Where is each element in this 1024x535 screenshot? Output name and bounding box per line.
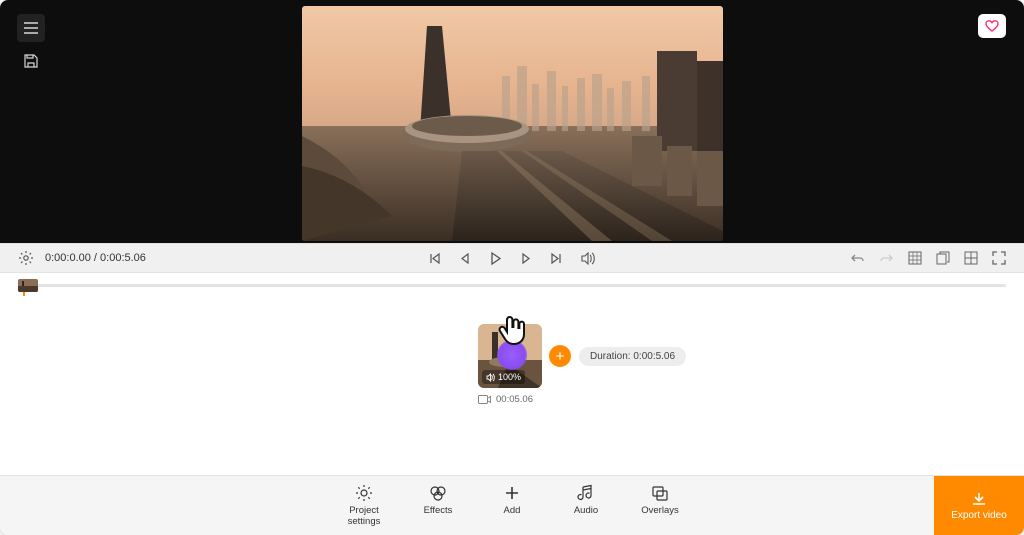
hamburger-menu-button[interactable]: [17, 14, 45, 42]
add-clip-button[interactable]: +: [549, 345, 571, 367]
timeline-clip-thumb[interactable]: [18, 279, 38, 292]
grid1-icon[interactable]: [908, 251, 922, 265]
tool-project-settings[interactable]: Project settings: [344, 484, 384, 527]
bottom-toolbar: Project settings Effects Add Audio Overl…: [0, 475, 1024, 535]
export-label: Export video: [951, 510, 1007, 521]
clip-duration-meta: 00:05.06: [496, 394, 533, 405]
favorite-button[interactable]: [978, 14, 1006, 38]
video-preview[interactable]: [302, 6, 723, 241]
clip-meta: 00:05.06: [478, 394, 533, 405]
tool-add[interactable]: Add: [492, 484, 532, 527]
preview-area: [0, 0, 1024, 243]
tool-effects[interactable]: Effects: [418, 484, 458, 527]
skip-end-icon[interactable]: [550, 252, 563, 265]
fullscreen-icon[interactable]: [992, 251, 1006, 265]
tool-audio[interactable]: Audio: [566, 484, 606, 527]
tool-label: Effects: [424, 506, 453, 516]
tool-label: Audio: [574, 506, 598, 516]
tool-label: Overlays: [641, 506, 678, 516]
grid2-icon[interactable]: [964, 251, 978, 265]
storyboard-clip[interactable]: 100%: [478, 324, 542, 388]
playback-controls-bar: 0:00:0.00 / 0:00:5.06: [0, 243, 1024, 273]
play-icon[interactable]: [488, 251, 503, 266]
tool-overlays[interactable]: Overlays: [640, 484, 680, 527]
clip-volume-badge: 100%: [482, 370, 525, 384]
copy-icon[interactable]: [936, 251, 950, 265]
redo-icon[interactable]: [879, 252, 894, 265]
volume-icon[interactable]: [581, 252, 596, 265]
undo-icon[interactable]: [850, 252, 865, 265]
prev-frame-icon[interactable]: [459, 252, 470, 265]
clip-volume-value: 100%: [498, 372, 521, 382]
tool-label: Add: [504, 506, 521, 516]
time-display: 0:00:0.00 / 0:00:5.06: [45, 252, 146, 264]
duration-pill: Duration: 0:00:5.06: [579, 347, 686, 366]
storyboard-stage: 100% + Duration: 0:00:5.06 00:05.06: [0, 296, 1024, 475]
next-frame-icon[interactable]: [521, 252, 532, 265]
tool-label: Project settings: [348, 506, 381, 527]
track-line: [21, 284, 1006, 287]
skip-start-icon[interactable]: [428, 252, 441, 265]
export-video-button[interactable]: Export video: [934, 476, 1024, 535]
save-button[interactable]: [22, 52, 40, 70]
settings-gear-icon[interactable]: [18, 250, 34, 266]
